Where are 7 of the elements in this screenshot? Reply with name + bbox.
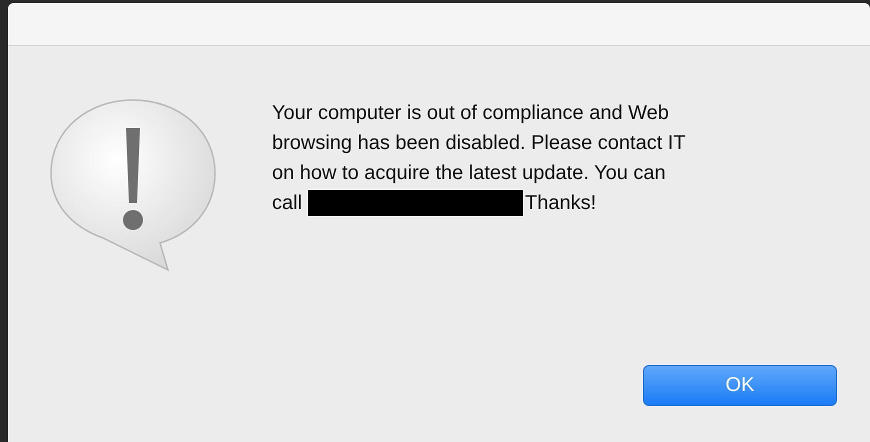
message-text: Thanks! bbox=[525, 191, 596, 216]
message-text: call bbox=[272, 191, 302, 216]
ok-button[interactable]: OK bbox=[643, 365, 837, 406]
alert-icon bbox=[48, 98, 218, 273]
message-text: Your computer is out of compliance and Web bbox=[272, 101, 670, 126]
message-text: on how to acquire the latest update. You can bbox=[272, 161, 667, 186]
message-text: browsing has been disabled. Please contact IT bbox=[272, 131, 686, 156]
